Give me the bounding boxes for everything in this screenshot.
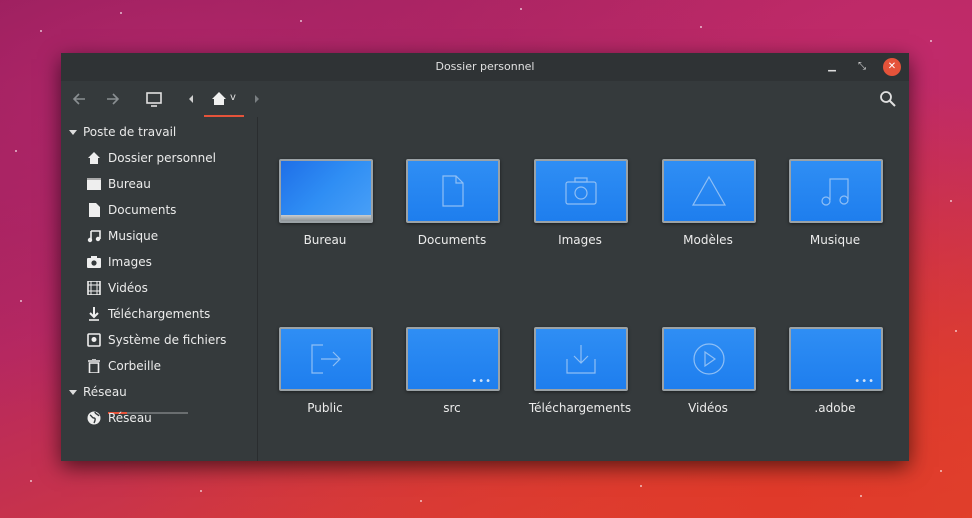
sidebar-item-label: Documents	[108, 203, 177, 217]
section-label: Réseau	[83, 385, 127, 399]
play-icon	[662, 327, 756, 391]
download-icon	[89, 307, 99, 321]
music-icon	[87, 230, 101, 243]
file-item-modeles[interactable]: Modèles	[644, 159, 756, 279]
download-icon	[534, 327, 628, 391]
path-left-chevron-icon[interactable]	[180, 88, 202, 110]
sidebar-item-label: Images	[108, 255, 152, 269]
music-icon	[789, 159, 883, 223]
forward-arrow-icon[interactable]	[101, 88, 123, 110]
sidebar-item-label: Corbeille	[108, 359, 162, 373]
path-home-button[interactable]: v	[204, 85, 244, 117]
camera-icon	[87, 256, 101, 268]
minimize-icon[interactable]: ▁	[823, 58, 841, 76]
section-label: Poste de travail	[83, 125, 177, 139]
file-item-musique[interactable]: Musique	[771, 159, 883, 279]
file-item-bureau[interactable]: Bureau	[261, 159, 373, 279]
file-item-label: Musique	[809, 233, 861, 247]
trash-icon	[88, 359, 100, 373]
file-item-public[interactable]: Public	[261, 327, 373, 447]
file-item-label: src	[443, 401, 461, 415]
file-item-label: Images	[558, 233, 602, 247]
titlebar: Dossier personnel ▁ ⤡ ✕	[61, 53, 909, 81]
sidebar-item-label: Dossier personnel	[108, 151, 217, 165]
file-item-label: Documents	[417, 233, 487, 247]
file-item-telechargements[interactable]: Téléchargements	[516, 327, 631, 447]
drive-icon	[87, 333, 101, 347]
sidebar: Poste de travail Dossier personnel Burea…	[61, 117, 258, 461]
document-icon	[89, 203, 100, 217]
file-item-label: Modèles	[683, 233, 733, 247]
sidebar-item-label: Téléchargements	[108, 307, 211, 321]
sidebar-item-label: Système de fichiers	[108, 333, 227, 347]
file-item-label: Téléchargements	[528, 401, 632, 415]
toolbar: v	[61, 81, 909, 117]
file-item-images[interactable]: Images	[516, 159, 628, 279]
search-icon[interactable]	[877, 88, 899, 110]
folder-icon: •••	[789, 327, 883, 391]
home-icon	[212, 92, 226, 105]
file-item-label: Bureau	[303, 233, 347, 247]
file-item-adobe[interactable]: ••• .adobe	[771, 327, 883, 447]
restore-icon[interactable]: ⤡	[853, 58, 871, 76]
folder-icon: •••	[406, 327, 500, 391]
film-icon	[87, 281, 101, 295]
back-arrow-icon[interactable]	[69, 88, 91, 110]
triangle-icon	[662, 159, 756, 223]
file-item-label: Public	[307, 401, 343, 415]
share-icon	[279, 327, 373, 391]
file-item-videos[interactable]: Vidéos	[644, 327, 756, 447]
file-item-label: .adobe	[814, 401, 856, 415]
sidebar-item-label: Bureau	[108, 177, 151, 191]
computer-icon[interactable]	[143, 88, 165, 110]
desktop-folder-icon	[87, 178, 101, 190]
home-dropdown-indicator: v	[230, 92, 236, 103]
globe-icon	[87, 411, 101, 425]
home-icon	[88, 152, 100, 164]
file-item-label: Vidéos	[688, 401, 728, 415]
file-item-src[interactable]: ••• src	[388, 327, 500, 447]
sidebar-item-label: Vidéos	[108, 281, 148, 295]
file-item-documents[interactable]: Documents	[388, 159, 500, 279]
desktop-folder-icon	[279, 159, 373, 223]
window-title: Dossier personnel	[435, 60, 535, 73]
sidebar-section-workplace[interactable]: Poste de travail	[69, 123, 176, 141]
file-manager-window: Dossier personnel ▁ ⤡ ✕ v Poste de trava…	[61, 53, 909, 461]
sidebar-section-network[interactable]: Réseau	[69, 383, 127, 401]
document-icon	[406, 159, 500, 223]
sidebar-item-label: Musique	[108, 229, 159, 243]
sidebar-item-label: Réseau	[108, 411, 152, 425]
path-right-chevron-icon[interactable]	[246, 88, 268, 110]
camera-icon	[534, 159, 628, 223]
close-icon[interactable]: ✕	[883, 58, 901, 76]
